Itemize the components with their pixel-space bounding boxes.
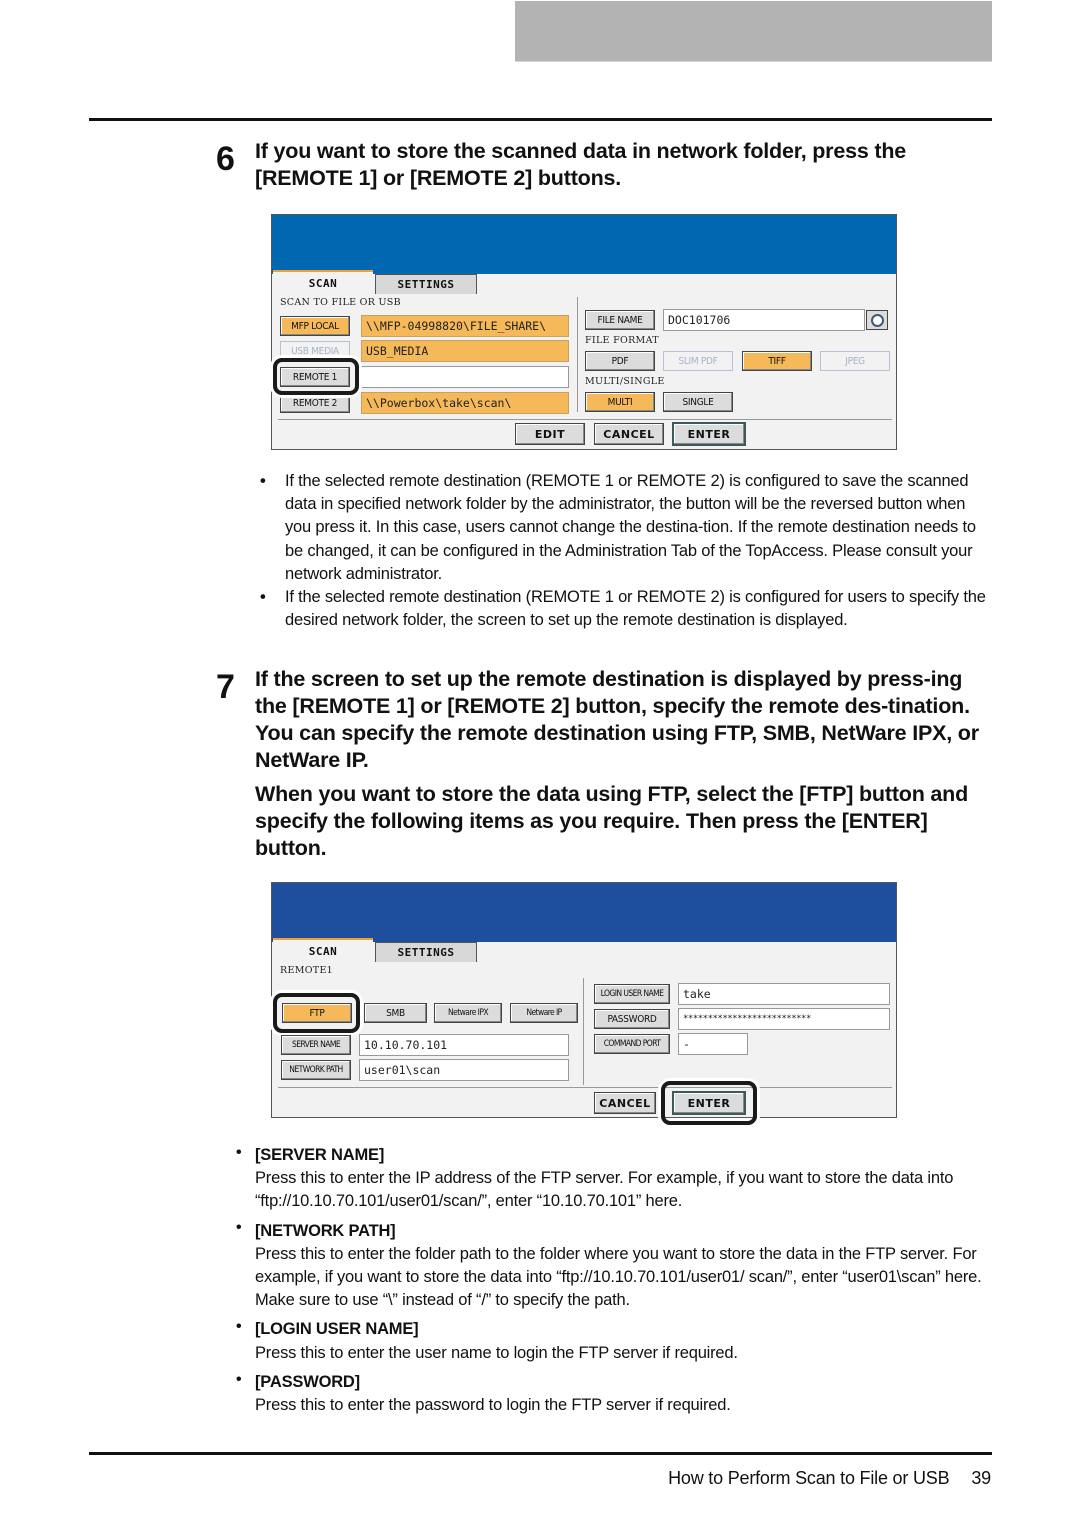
scan-to-file-panel: SCAN SETTINGS SCAN TO FILE OR USB MFP LO… <box>271 214 897 450</box>
bullet-icon: • <box>260 472 266 490</box>
cancel-button[interactable]: CANCEL <box>594 423 664 445</box>
server-name-item: [SERVER NAME] Press this to enter the IP… <box>255 1144 990 1214</box>
bullet-icon: • <box>236 1219 242 1236</box>
step-6-notes: • If the selected remote destination (REM… <box>260 470 995 632</box>
network-path-button[interactable]: NETWORK PATH <box>281 1060 351 1080</box>
server-name-button[interactable]: SERVER NAME <box>281 1035 351 1055</box>
netware-ip-button[interactable]: Netware IP <box>510 1003 578 1023</box>
multi-button[interactable]: MULTI <box>585 392 655 412</box>
tab-scan[interactable]: SCAN <box>273 270 373 295</box>
file-name-field[interactable]: DOC101706 <box>663 309 865 331</box>
enter-highlight-callout <box>661 1081 757 1125</box>
slim-pdf-button[interactable]: SLIM PDF <box>663 351 733 371</box>
column-divider <box>583 978 584 1085</box>
server-name-field[interactable]: 10.10.70.101 <box>359 1034 569 1056</box>
step-6-title: If you want to store the scanned data in… <box>255 139 907 190</box>
smb-button[interactable]: SMB <box>364 1003 427 1023</box>
item-description: Press this to enter the user name to log… <box>255 1343 738 1362</box>
ftp-settings-descriptions: • [SERVER NAME] Press this to enter the … <box>255 1144 995 1417</box>
file-format-label: FILE FORMAT <box>585 335 659 346</box>
command-port-button[interactable]: COMMAND PORT <box>594 1034 670 1054</box>
mfp-local-button[interactable]: MFP LOCAL <box>280 316 350 336</box>
footer-section-title: How to Perform Scan to File or USB <box>668 1468 950 1488</box>
column-divider <box>577 297 578 412</box>
note-item: • If the selected remote destination (REM… <box>260 588 986 630</box>
password-button[interactable]: PASSWORD <box>594 1009 670 1029</box>
bullet-icon: • <box>260 588 266 607</box>
edit-button[interactable]: EDIT <box>515 423 585 445</box>
bullet-icon: • <box>236 1371 242 1388</box>
single-button[interactable]: SINGLE <box>663 392 733 412</box>
step-7-number: 7 <box>216 668 235 706</box>
login-user-name-item: [LOGIN USER NAME] Press this to enter th… <box>255 1318 990 1364</box>
note-item: • If the selected remote destination (REM… <box>260 472 976 583</box>
panel-header-bar <box>272 883 896 942</box>
remote-ftp-panel: SCAN SETTINGS REMOTE1 FTP SMB Netware IP… <box>271 882 897 1125</box>
network-path-field[interactable]: user01\scan <box>359 1059 569 1081</box>
page-footer: How to Perform Scan to File or USB 39 <box>668 1468 991 1489</box>
remote-1-highlight-callout <box>273 358 359 395</box>
enter-button[interactable]: ENTER <box>672 422 746 446</box>
mfp-local-path-field[interactable]: \\MFP-04998820\FILE_SHARE\ <box>361 315 569 337</box>
section-label: REMOTE1 <box>280 965 334 976</box>
footer-divider <box>278 419 892 420</box>
panel-header-bar <box>272 215 896 274</box>
password-item: [PASSWORD] Press this to enter the passw… <box>255 1371 990 1417</box>
bullet-icon: • <box>236 1318 242 1335</box>
clock-icon[interactable] <box>866 310 888 330</box>
step-7-title: If the screen to set up the remote desti… <box>255 667 979 772</box>
remote-2-button[interactable]: REMOTE 2 <box>280 393 350 413</box>
item-description: Press this to enter the IP address of th… <box>255 1169 954 1211</box>
file-name-button[interactable]: FILE NAME <box>585 310 655 330</box>
cancel-button[interactable]: CANCEL <box>594 1092 656 1114</box>
item-description: Press this to enter the folder path to t… <box>255 1244 982 1310</box>
netware-ipx-button[interactable]: Netware IPX <box>434 1003 502 1023</box>
remote-2-path-field[interactable]: \\Powerbox\take\scan\ <box>361 392 569 414</box>
multi-single-label: MULTI/SINGLE <box>585 376 665 387</box>
section-label: SCAN TO FILE OR USB <box>280 297 401 308</box>
item-heading: [NETWORK PATH] <box>255 1221 396 1240</box>
top-rule <box>89 118 992 121</box>
footer-divider <box>278 1087 892 1088</box>
page-number: 39 <box>971 1468 991 1488</box>
tiff-button[interactable]: TIFF <box>742 351 812 371</box>
tab-scan[interactable]: SCAN <box>273 938 373 963</box>
login-user-name-field[interactable]: take <box>678 983 890 1005</box>
network-path-item: [NETWORK PATH] Press this to enter the f… <box>255 1220 990 1313</box>
usb-media-field[interactable]: USB_MEDIA <box>361 340 569 362</box>
item-heading: [PASSWORD] <box>255 1372 360 1391</box>
command-port-field[interactable]: - <box>678 1033 748 1055</box>
item-heading: [LOGIN USER NAME] <box>255 1320 419 1339</box>
pdf-button[interactable]: PDF <box>585 351 655 371</box>
tab-settings[interactable]: SETTINGS <box>375 942 477 962</box>
jpeg-button[interactable]: JPEG <box>820 351 890 371</box>
step-6-number: 6 <box>216 140 235 178</box>
tab-settings[interactable]: SETTINGS <box>375 274 477 294</box>
ftp-highlight-callout <box>273 993 360 1033</box>
password-field[interactable]: ************************** <box>678 1008 890 1030</box>
remote-1-path-field[interactable] <box>361 366 569 388</box>
item-description: Press this to enter the password to logi… <box>255 1396 731 1415</box>
item-heading: [SERVER NAME] <box>255 1146 385 1164</box>
bullet-icon: • <box>236 1144 242 1161</box>
login-user-name-button[interactable]: LOGIN USER NAME <box>594 984 670 1004</box>
step-7-subtitle: When you want to store the data using FT… <box>255 782 969 860</box>
chapter-header-block <box>515 1 992 62</box>
bottom-rule <box>89 1452 992 1455</box>
